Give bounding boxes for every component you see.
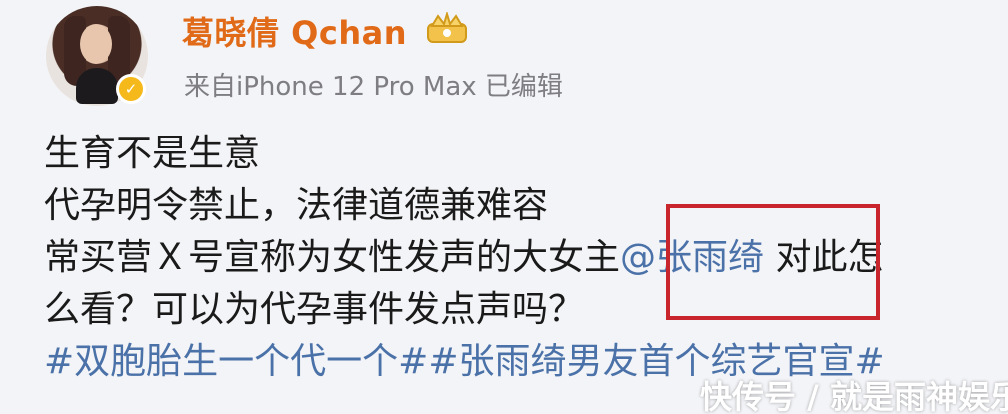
post-source: 来自iPhone 12 Pro Max 已编辑 <box>184 72 563 102</box>
highlight-box <box>666 204 880 320</box>
watermark: 快传号 / 就是雨神娱乐 <box>700 378 1008 414</box>
post-line: 生育不是生意 <box>44 133 261 174</box>
crown-badge-icon <box>427 12 467 43</box>
avatar-body <box>76 68 118 104</box>
verified-badge-icon: ✓ <box>116 74 146 104</box>
post-text: 常买营Ｘ号宣称为女性发声的大女主 <box>44 237 621 278</box>
avatar-face <box>80 24 112 64</box>
username[interactable]: 葛晓倩 Qchan <box>182 8 407 54</box>
